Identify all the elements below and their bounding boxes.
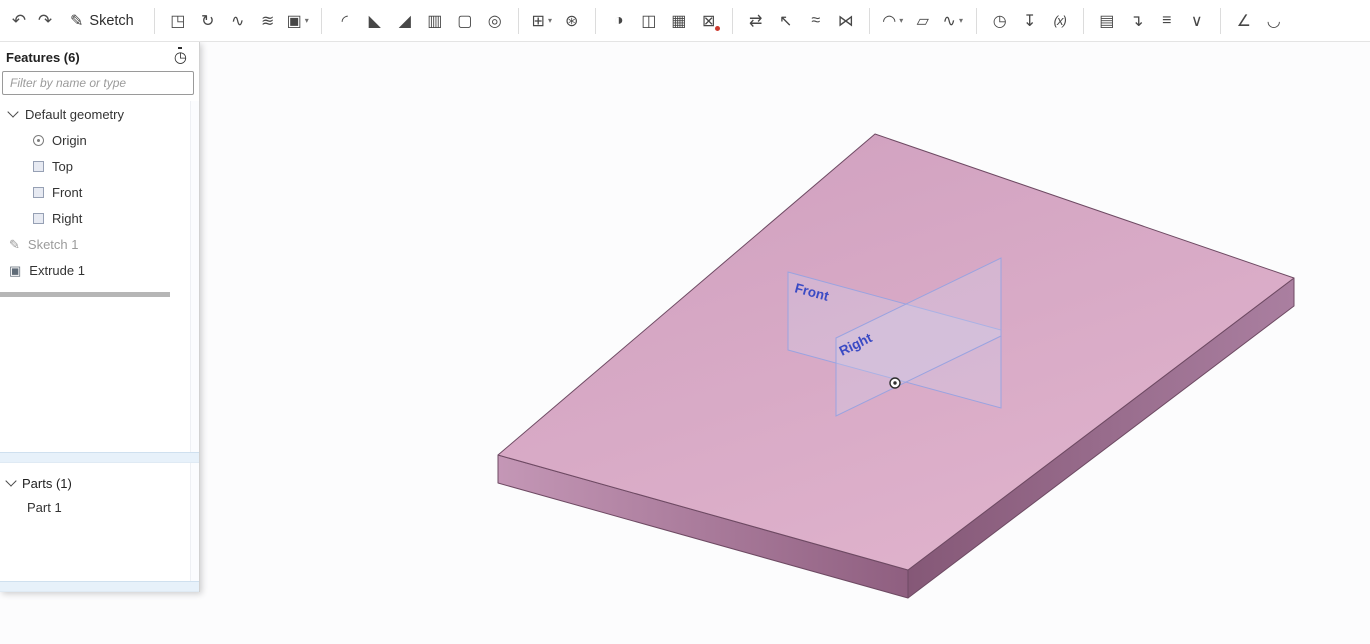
sketch1-label: Sketch 1 xyxy=(27,236,79,252)
extrude1-label: Extrude 1 xyxy=(29,262,85,278)
feature-tree-panel: Features (6) ◷ Default geometry Origin T… xyxy=(0,42,200,592)
features-tree: Default geometry Origin Top Front Right … xyxy=(0,101,199,452)
chevron-down-icon[interactable]: ▾ xyxy=(305,16,309,25)
list-item-part1[interactable]: Part 1 xyxy=(0,495,199,519)
history-icon[interactable]: ◷ xyxy=(988,6,1012,36)
delete-accent-dot xyxy=(714,25,720,31)
features-title: Features (6) xyxy=(6,50,80,65)
measure-icon[interactable]: ∠ xyxy=(1232,6,1256,36)
toolbar-divider xyxy=(1219,7,1221,34)
mirror-icon[interactable]: ⋈ xyxy=(834,6,858,36)
toolbar-divider xyxy=(868,7,870,34)
draft-icon[interactable]: ◢ xyxy=(393,6,417,36)
derived-icon[interactable]: ↴ xyxy=(1125,6,1149,36)
parts-panel: Parts (1) Part 1 xyxy=(0,463,199,581)
filter-input[interactable] xyxy=(2,71,194,95)
offset-surface-icon[interactable]: ≈ xyxy=(804,6,828,36)
features-header: Features (6) ◷ xyxy=(0,42,199,71)
pencil-icon: ✎ xyxy=(9,236,20,252)
toolbar-divider xyxy=(517,7,519,34)
enclose-icon[interactable]: ▦ xyxy=(667,6,691,36)
hole-icon[interactable]: ◎ xyxy=(483,6,507,36)
revolve-icon[interactable]: ↻ xyxy=(196,6,220,36)
tree-item-top-plane[interactable]: Top xyxy=(0,153,199,179)
part1-label: Part 1 xyxy=(27,499,62,515)
shell-icon[interactable]: ▢ xyxy=(453,6,477,36)
toolbar-divider xyxy=(1082,7,1084,34)
rollback-bar[interactable] xyxy=(0,292,170,297)
plane-icon xyxy=(33,160,44,172)
thicken-icon[interactable]: ▣ ▾ xyxy=(286,6,310,36)
import-icon[interactable]: ↧ xyxy=(1018,6,1042,36)
default-geometry-label: Default geometry xyxy=(25,106,124,122)
parts-scrollbar[interactable] xyxy=(190,463,199,581)
stopwatch-icon[interactable]: ◷ xyxy=(174,47,187,65)
part-studio-toolbar: ↶ ↷ ✎ Sketch ◳ ↻ ∿ ≋ ▣ ▾ ◜ ◣ ◢ ▥ ▢ ◎ ⊞ ▾ ⊛ ◑ ◫ ▦ ⊠ ⇄ ↖ ≈ ⋈ ◠ ▾ ▱ ∿… xyxy=(0,0,1370,42)
fillet-icon[interactable]: ◜ xyxy=(333,6,357,36)
move-face-icon[interactable]: ↖ xyxy=(774,6,798,36)
pencil-icon: ✎ xyxy=(70,12,84,30)
plane-icon xyxy=(33,212,44,224)
right-plane-label: Right xyxy=(52,210,83,226)
origin-marker[interactable] xyxy=(889,377,901,389)
chevron-down-icon[interactable] xyxy=(5,475,17,487)
tree-item-sketch1[interactable]: ✎ Sketch 1 xyxy=(0,231,199,257)
tree-item-default-geometry[interactable]: Default geometry xyxy=(0,101,199,127)
tree-item-extrude1[interactable]: ▣ Extrude 1 xyxy=(0,257,199,283)
tree-item-origin[interactable]: Origin xyxy=(0,127,199,153)
origin-icon xyxy=(33,134,44,146)
chevron-down-icon[interactable]: ▾ xyxy=(899,16,903,25)
sweep-icon[interactable]: ∿ xyxy=(226,6,250,36)
parts-horizontal-scrollbar[interactable] xyxy=(0,581,199,592)
plane-icon xyxy=(33,186,44,198)
section-view-icon[interactable]: ◡ xyxy=(1262,6,1286,36)
undo-icon[interactable]: ↶ xyxy=(6,7,32,35)
parts-header[interactable]: Parts (1) xyxy=(0,471,199,495)
circular-pattern-icon[interactable]: ⊛ xyxy=(560,6,584,36)
rib-icon[interactable]: ▥ xyxy=(423,6,447,36)
tree-item-front-plane[interactable]: Front xyxy=(0,179,199,205)
delete-part-icon[interactable]: ⊠ xyxy=(697,6,721,36)
appearance-icon[interactable]: ∨ xyxy=(1185,6,1209,36)
toolbar-divider xyxy=(594,7,596,34)
chevron-down-icon[interactable]: ▾ xyxy=(959,16,963,25)
configurations-icon[interactable]: ≡ xyxy=(1155,6,1179,36)
variable-icon[interactable]: (x) xyxy=(1048,6,1072,36)
transform-icon[interactable]: ⇄ xyxy=(744,6,768,36)
redo-icon[interactable]: ↷ xyxy=(32,7,58,35)
tree-item-right-plane[interactable]: Right xyxy=(0,205,199,231)
parts-title: Parts (1) xyxy=(22,475,72,491)
top-plane-label: Top xyxy=(52,158,73,174)
toolbar-divider xyxy=(153,7,155,34)
extrude-icon[interactable]: ◳ xyxy=(166,6,190,36)
curve-icon[interactable]: ∿ ▾ xyxy=(941,6,965,36)
chevron-down-icon[interactable] xyxy=(7,106,19,118)
toolbar-tools-group: ◳ ↻ ∿ ≋ ▣ ▾ ◜ ◣ ◢ ▥ ▢ ◎ ⊞ ▾ ⊛ ◑ ◫ ▦ ⊠ ⇄ ↖ ≈ ⋈ ◠ ▾ ▱ ∿ ▾ ◷ ↧ (x) ▤ ↴ ≡ ∨ ∠ ◡ xyxy=(163,6,1289,36)
plane-icon[interactable]: ▱ xyxy=(911,6,935,36)
split-icon[interactable]: ◫ xyxy=(637,6,661,36)
surface-icon[interactable]: ◠ ▾ xyxy=(881,6,905,36)
front-plane-label: Front xyxy=(52,184,83,200)
boolean-icon[interactable]: ◑ xyxy=(607,6,631,36)
toolbar-divider xyxy=(320,7,322,34)
origin-label: Origin xyxy=(52,132,87,148)
loft-icon[interactable]: ≋ xyxy=(256,6,280,36)
sketch-button[interactable]: ✎ Sketch xyxy=(58,6,146,36)
features-scrollbar[interactable] xyxy=(190,101,199,452)
custom-features-icon[interactable]: ▤ xyxy=(1095,6,1119,36)
chevron-down-icon[interactable]: ▾ xyxy=(548,16,552,25)
graphics-area[interactable]: Front Right xyxy=(0,42,1370,644)
features-horizontal-scrollbar[interactable] xyxy=(0,452,199,463)
linear-pattern-icon[interactable]: ⊞ ▾ xyxy=(530,6,554,36)
chamfer-icon[interactable]: ◣ xyxy=(363,6,387,36)
toolbar-divider xyxy=(731,7,733,34)
extrude-feature-icon: ▣ xyxy=(9,262,22,278)
toolbar-divider xyxy=(975,7,977,34)
viewport-canvas[interactable]: Front Right xyxy=(0,42,1370,644)
sketch-button-label: Sketch xyxy=(89,12,134,29)
